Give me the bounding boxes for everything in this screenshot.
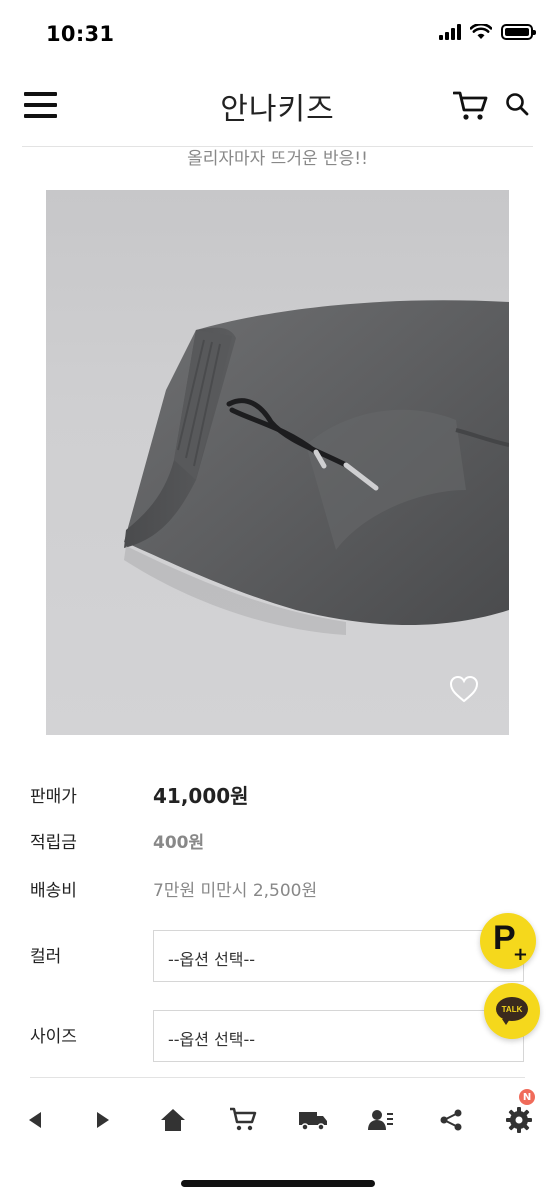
color-select[interactable]: --옵션 선택-- <box>153 930 524 982</box>
size-label: 사이즈 <box>30 1027 77 1047</box>
shipping-label: 배송비 <box>30 881 77 901</box>
points-value: 400원 <box>153 833 205 853</box>
product-photo <box>124 300 509 635</box>
battery-icon <box>501 24 536 40</box>
delivery-truck-icon[interactable] <box>296 1103 330 1137</box>
cart-icon[interactable] <box>453 90 489 122</box>
user-profile-icon[interactable] <box>364 1103 398 1137</box>
forward-icon[interactable] <box>86 1103 120 1137</box>
home-indicator <box>181 1180 375 1187</box>
price-value: 41,000원 <box>153 784 249 808</box>
price-label: 판매가 <box>30 787 77 807</box>
bottom-nav: N <box>0 1089 555 1145</box>
cellular-signal-icon <box>439 24 461 40</box>
cart-icon[interactable] <box>226 1103 260 1137</box>
header: 안나키즈 <box>0 70 555 146</box>
point-plus: + <box>512 944 528 965</box>
point-plus-button[interactable]: P + <box>480 913 536 969</box>
home-icon[interactable] <box>156 1103 190 1137</box>
talk-label: TALK <box>501 1004 523 1014</box>
points-row: 적립금 400원 <box>30 828 530 853</box>
bottom-divider <box>30 1077 525 1078</box>
talk-bubble-icon: TALK <box>496 997 528 1025</box>
price-row: 판매가 41,000원 <box>30 780 530 809</box>
shipping-row: 배송비 7만원 미만시 2,500원 <box>30 876 530 901</box>
product-subtitle: 올리자마자 뜨거운 반응!! <box>187 149 368 169</box>
wifi-icon <box>470 24 492 39</box>
status-bar: 10:31 <box>0 0 555 64</box>
status-time: 10:31 <box>46 22 115 46</box>
kakao-talk-button[interactable]: TALK <box>484 983 540 1039</box>
search-icon[interactable] <box>505 92 529 116</box>
notification-badge: N <box>519 1089 535 1105</box>
product-image[interactable] <box>46 190 509 735</box>
color-label: 컬러 <box>30 947 62 967</box>
size-select[interactable]: --옵션 선택-- <box>153 1010 524 1062</box>
status-icons <box>439 24 536 40</box>
points-label: 적립금 <box>30 833 77 853</box>
shipping-value: 7만원 미만시 2,500원 <box>153 881 318 901</box>
gear-icon[interactable]: N <box>502 1089 536 1137</box>
heart-icon[interactable] <box>449 675 479 703</box>
share-icon[interactable] <box>434 1103 468 1137</box>
back-icon[interactable] <box>18 1103 52 1137</box>
